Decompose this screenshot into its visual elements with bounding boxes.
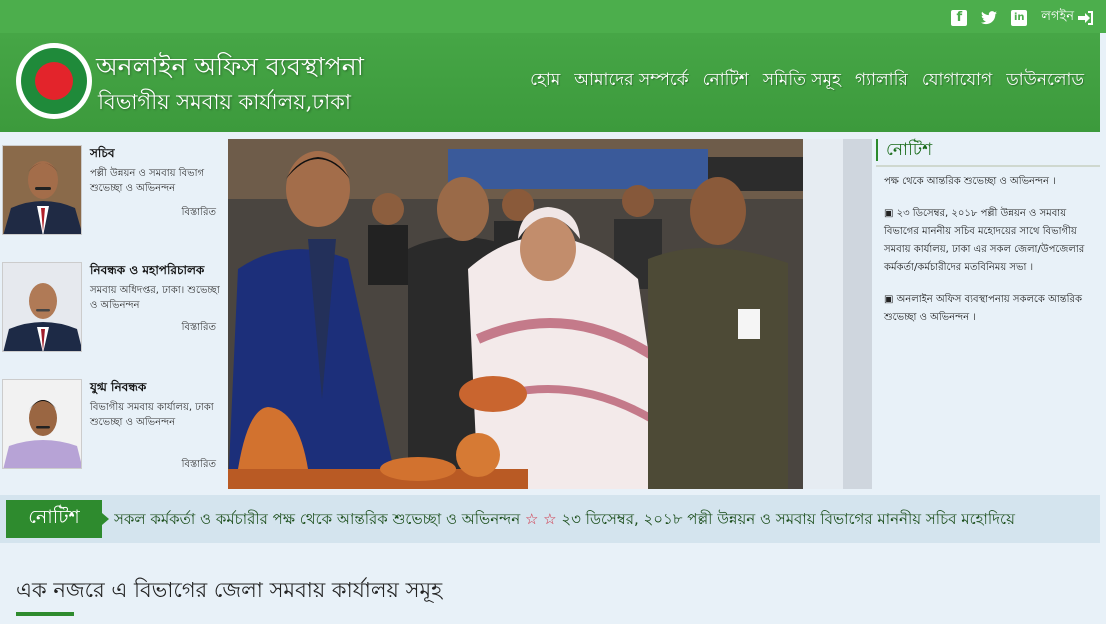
official-card: যুগ্ম নিবন্ধক বিভাগীয় সমবায় কার্যালয়,… (0, 379, 222, 479)
notice-panel: নোটিশ পক্ষ থেকে আন্তরিক শুভেচ্ছা ও অভিনন… (876, 139, 1100, 489)
site-header: অনলাইন অফিস ব্যবস্থাপনা বিভাগীয় সমবায় … (0, 33, 1100, 132)
nav-gallery[interactable]: গ্যালারি (855, 67, 908, 95)
official-more-link[interactable]: বিস্তারিত (182, 205, 216, 222)
heading-underline (16, 612, 74, 616)
site-subtitle: বিভাগীয় সমবায় কার্যালয়,ঢাকা (98, 90, 352, 114)
ticker-text[interactable]: সকল কর্মকর্তা ও কর্মচারীর পক্ষ থেকে আন্ত… (114, 508, 1094, 533)
district-offices-heading: এক নজরে এ বিভাগের জেলা সমবায় কার্যালয় … (16, 578, 443, 602)
official-photo (2, 379, 82, 469)
ticker-item[interactable]: সকল কর্মকর্তা ও কর্মচারীর পক্ষ থেকে আন্ত… (114, 510, 520, 528)
top-bar: f in লগইন (0, 0, 1106, 33)
nav-societies[interactable]: সমিতি সমূহ (763, 67, 841, 95)
official-photo (2, 145, 82, 235)
notice-item[interactable]: পক্ষ থেকে আন্তরিক শুভেচ্ছা ও অভিনন্দন । (884, 173, 1100, 191)
official-card: সচিব পল্লী উন্নয়ন ও সমবায় বিভাগ শুভেচ্… (0, 145, 222, 260)
notice-list: পক্ষ থেকে আন্তরিক শুভেচ্ছা ও অভিনন্দন । … (876, 173, 1100, 327)
official-desc: সমবায় অধিদপ্তর, ঢাকা। শুভেচ্ছা ও অভিনন্… (90, 285, 220, 311)
star-icon: ☆ ☆ (524, 510, 557, 528)
notice-ticker: নোটিশ সকল কর্মকর্তা ও কর্মচারীর পক্ষ থেক… (0, 495, 1100, 543)
nav-download[interactable]: ডাউনলোড (1006, 67, 1084, 95)
govt-logo[interactable] (16, 43, 92, 119)
logo-ring (21, 48, 87, 114)
official-photo (2, 262, 82, 352)
official-desc: পল্লী উন্নয়ন ও সমবায় বিভাগ শুভেচ্ছা ও … (90, 168, 205, 194)
nav-notice[interactable]: নোটিশ (703, 67, 749, 95)
social-links: f in লগইন (951, 7, 1094, 28)
official-desc: বিভাগীয় সমবায় কার্যালয়, ঢাকা শুভেচ্ছা… (90, 402, 214, 428)
sign-in-icon (1078, 10, 1093, 25)
nav-contact[interactable]: যোগাযোগ (922, 67, 992, 95)
official-more-link[interactable]: বিস্তারিত (182, 457, 216, 474)
notice-item[interactable]: ▣ ২৩ ডিসেম্বর, ২০১৮ পল্লী উন্নয়ন ও সমবা… (884, 205, 1100, 277)
official-title: সচিব (90, 146, 115, 160)
main-nav: হোম আমাদের সম্পর্কে নোটিশ সমিতি সমূহ গ্য… (530, 67, 1084, 95)
nav-about[interactable]: আমাদের সম্পর্কে (574, 67, 688, 95)
official-card: নিবন্ধক ও মহাপরিচালক সমবায় অধিদপ্তর, ঢা… (0, 262, 222, 377)
official-title: যুগ্ম নিবন্ধক (90, 380, 147, 394)
ticker-arrow-icon (102, 513, 109, 525)
ticker-item[interactable]: ২৩ ডিসেম্বর, ২০১৮ পল্লী উন্নয়ন ও সমবায়… (561, 510, 1015, 528)
notice-divider (876, 165, 1100, 167)
login-label[interactable]: লগইন (1041, 7, 1074, 28)
ticker-label: নোটিশ (6, 500, 102, 538)
official-title: নিবন্ধক ও মহাপরিচালক (90, 263, 205, 277)
login-link[interactable]: লগইন (1041, 7, 1094, 28)
site-title: অনলাইন অফিস ব্যবস্থাপনা (96, 52, 364, 81)
linkedin-icon[interactable]: in (1011, 9, 1028, 26)
hero-photo (228, 139, 872, 489)
facebook-icon[interactable]: f (951, 9, 968, 26)
twitter-icon[interactable] (981, 10, 998, 26)
nav-home[interactable]: হোম (530, 67, 560, 95)
official-more-link[interactable]: বিস্তারিত (182, 320, 216, 337)
logo-red-disc (35, 62, 73, 100)
notice-item[interactable]: ▣ অনলাইন অফিস ব্যবস্থাপনায় সকলকে আন্তরি… (884, 291, 1100, 327)
notice-panel-title: নোটিশ (876, 139, 1100, 161)
